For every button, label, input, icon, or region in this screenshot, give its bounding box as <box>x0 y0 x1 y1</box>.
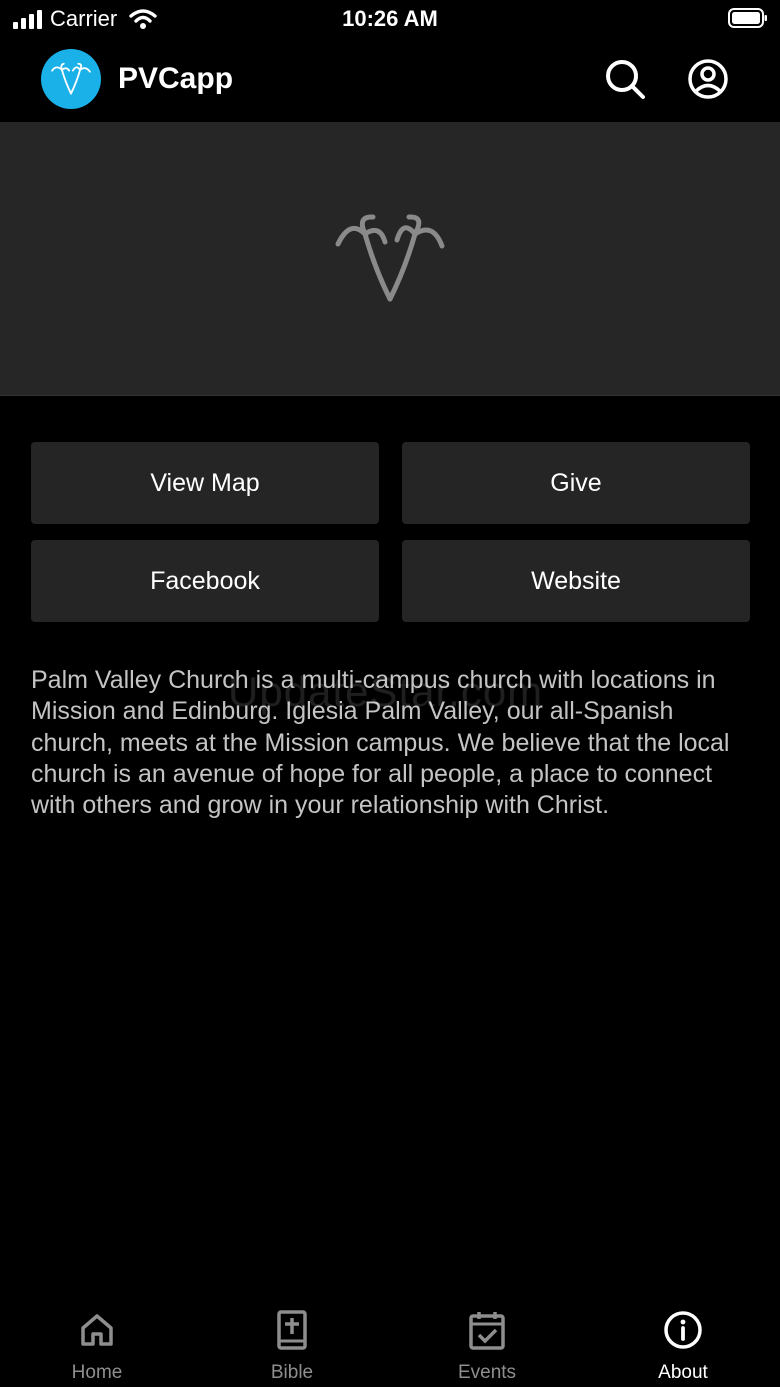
facebook-button[interactable]: Facebook <box>31 540 379 622</box>
user-circle-icon[interactable] <box>687 58 729 100</box>
church-description: Palm Valley Church is a multi-campus chu… <box>31 666 730 820</box>
calendar-check-icon <box>469 1312 505 1350</box>
app-header: PVCapp <box>0 40 780 123</box>
app-logo[interactable] <box>41 49 101 109</box>
status-time: 10:26 AM <box>342 6 438 31</box>
info-icon <box>664 1311 702 1349</box>
home-icon <box>81 1314 113 1346</box>
palm-tree-logo-icon <box>335 213 445 301</box>
tab-bar: Home Bible Events About <box>0 1290 780 1387</box>
tab-bible[interactable]: Bible <box>212 1290 372 1387</box>
tab-about[interactable]: About <box>603 1290 763 1387</box>
status-bar: Carrier 10:26 AM <box>0 0 780 40</box>
view-map-button[interactable]: View Map <box>31 442 379 524</box>
bible-icon <box>277 1310 307 1350</box>
battery-icon <box>728 8 767 28</box>
app-title: PVCapp <box>118 62 234 95</box>
tab-home[interactable]: Home <box>17 1290 177 1387</box>
give-button[interactable]: Give <box>402 442 750 524</box>
website-button[interactable]: Website <box>402 540 750 622</box>
tab-about-label: About <box>658 1362 708 1383</box>
tab-home-label: Home <box>71 1362 123 1383</box>
palm-tree-logo-icon <box>51 62 91 95</box>
tab-bible-label: Bible <box>270 1362 314 1383</box>
hero-banner <box>0 122 780 396</box>
tab-events[interactable]: Events <box>407 1290 567 1387</box>
search-icon[interactable] <box>604 58 646 100</box>
tab-events-label: Events <box>457 1362 517 1383</box>
